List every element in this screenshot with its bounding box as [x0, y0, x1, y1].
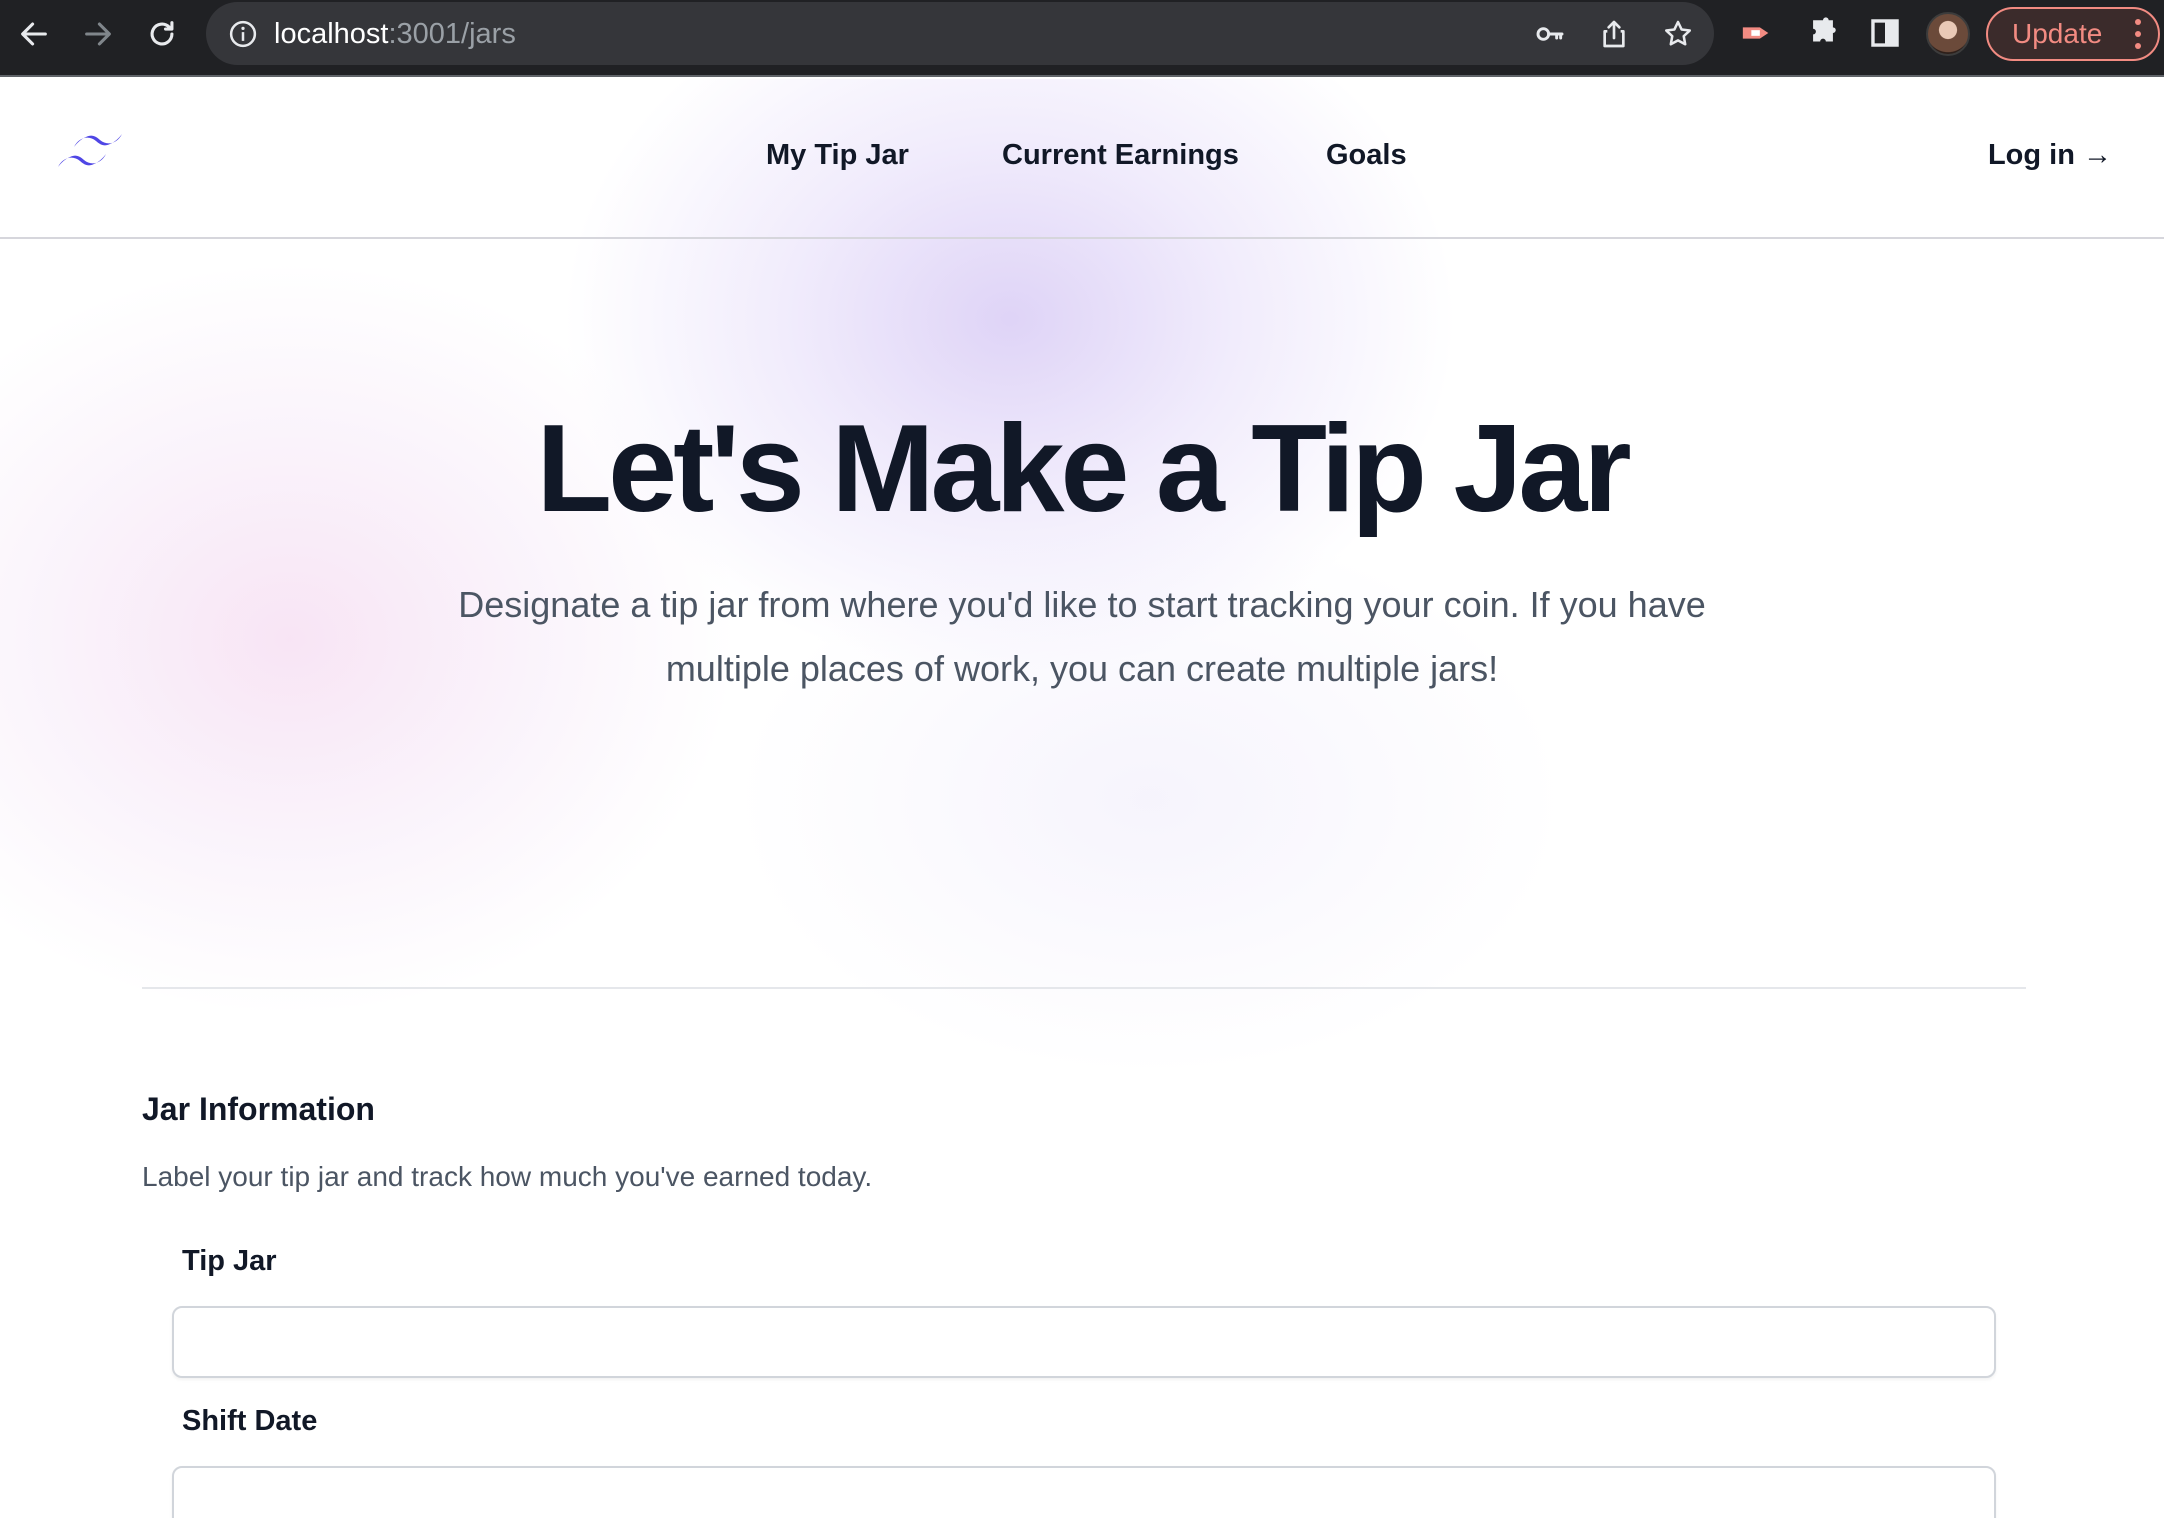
nav-current-earnings[interactable]: Current Earnings: [1002, 139, 1239, 172]
hero-subtitle: Designate a tip jar from where you'd lik…: [432, 573, 1732, 701]
page: My Tip Jar Current Earnings Goals Log in…: [0, 79, 2164, 1518]
hero-subtitle-line2: multiple places of work, you can create …: [665, 648, 1499, 689]
forward-button[interactable]: [78, 14, 118, 54]
profile-avatar[interactable]: [1926, 12, 1970, 56]
share-button[interactable]: [1598, 18, 1630, 50]
reload-button[interactable]: [142, 14, 182, 54]
share-icon: [1603, 20, 1625, 48]
shift-date-input[interactable]: [172, 1466, 1996, 1518]
shift-date-label: Shift Date: [182, 1405, 318, 1437]
arrow-left-icon: [21, 22, 47, 46]
record-extension-icon: [1742, 27, 1769, 39]
password-key-button[interactable]: [1534, 18, 1566, 50]
url-text[interactable]: localhost:3001/jars: [274, 16, 516, 52]
update-label: Update: [2012, 18, 2103, 49]
update-button[interactable]: Update: [1986, 7, 2160, 61]
url-host: localhost: [274, 18, 389, 50]
more-menu-icon[interactable]: [2134, 19, 2142, 49]
bookmark-button[interactable]: [1662, 18, 1694, 50]
tip-jar-label: Tip Jar: [182, 1245, 277, 1277]
arrow-right-icon: [85, 22, 111, 46]
address-bar[interactable]: localhost:3001/jars: [206, 2, 1714, 65]
extension-button[interactable]: [1740, 16, 1774, 50]
site-header: My Tip Jar Current Earnings Goals Log in…: [0, 79, 2164, 239]
browser-toolbar: localhost:3001/jars Update: [0, 0, 2164, 77]
key-icon: [1536, 27, 1564, 41]
back-button[interactable]: [14, 14, 54, 54]
info-icon[interactable]: [228, 19, 258, 49]
extensions-button[interactable]: [1806, 16, 1840, 50]
section-divider: [142, 987, 2026, 989]
star-icon: [1665, 20, 1691, 46]
tailwind-logo-icon[interactable]: [54, 133, 130, 181]
nav-goals[interactable]: Goals: [1326, 139, 1407, 172]
section-description: Label your tip jar and track how much yo…: [142, 1161, 873, 1192]
side-panel-button[interactable]: [1868, 16, 1902, 50]
tip-jar-input[interactable]: [172, 1306, 1996, 1378]
puzzle-icon: [1813, 17, 1836, 42]
nav-my-tip-jar[interactable]: My Tip Jar: [766, 139, 909, 172]
login-link[interactable]: Log in →: [1988, 139, 2112, 172]
url-path: :3001/jars: [388, 18, 516, 50]
hero-subtitle-line1: Designate a tip jar from where you'd lik…: [458, 584, 1706, 625]
section-title: Jar Information: [142, 1091, 375, 1127]
side-panel-icon: [1871, 19, 1899, 47]
hero-title: Let's Make a Tip Jar: [536, 400, 1631, 538]
reload-icon: [150, 21, 174, 46]
